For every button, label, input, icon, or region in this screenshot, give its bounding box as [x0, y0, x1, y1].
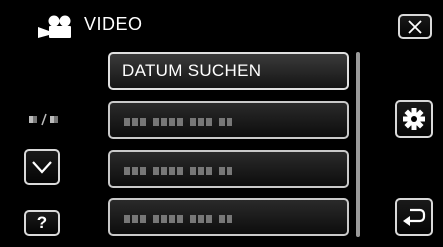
screen: { "header": { "title": "VIDEO", "mode_ic… — [0, 0, 443, 247]
back-button[interactable] — [395, 198, 433, 236]
close-icon — [408, 19, 422, 34]
help-button[interactable]: ? — [24, 210, 60, 236]
chevron-down-icon — [32, 161, 52, 174]
placeholder-text — [124, 167, 254, 175]
menu-item-label: DATUM SUCHEN — [122, 61, 262, 80]
page-title: VIDEO — [84, 14, 143, 34]
page-indicator — [29, 113, 58, 126]
scrollbar[interactable] — [356, 52, 360, 237]
placeholder-text — [124, 118, 254, 126]
gear-icon — [403, 108, 425, 130]
camcorder-icon — [38, 15, 71, 38]
close-button[interactable] — [398, 14, 432, 39]
settings-button[interactable] — [395, 100, 433, 138]
menu-item-disabled — [108, 101, 349, 139]
help-label: ? — [36, 213, 48, 232]
placeholder-text — [124, 215, 254, 223]
scroll-down-button[interactable] — [24, 149, 60, 185]
menu-item-date-search[interactable]: DATUM SUCHEN — [108, 52, 349, 90]
return-icon — [403, 208, 426, 226]
menu-item-disabled — [108, 198, 349, 236]
menu-item-disabled — [108, 150, 349, 188]
